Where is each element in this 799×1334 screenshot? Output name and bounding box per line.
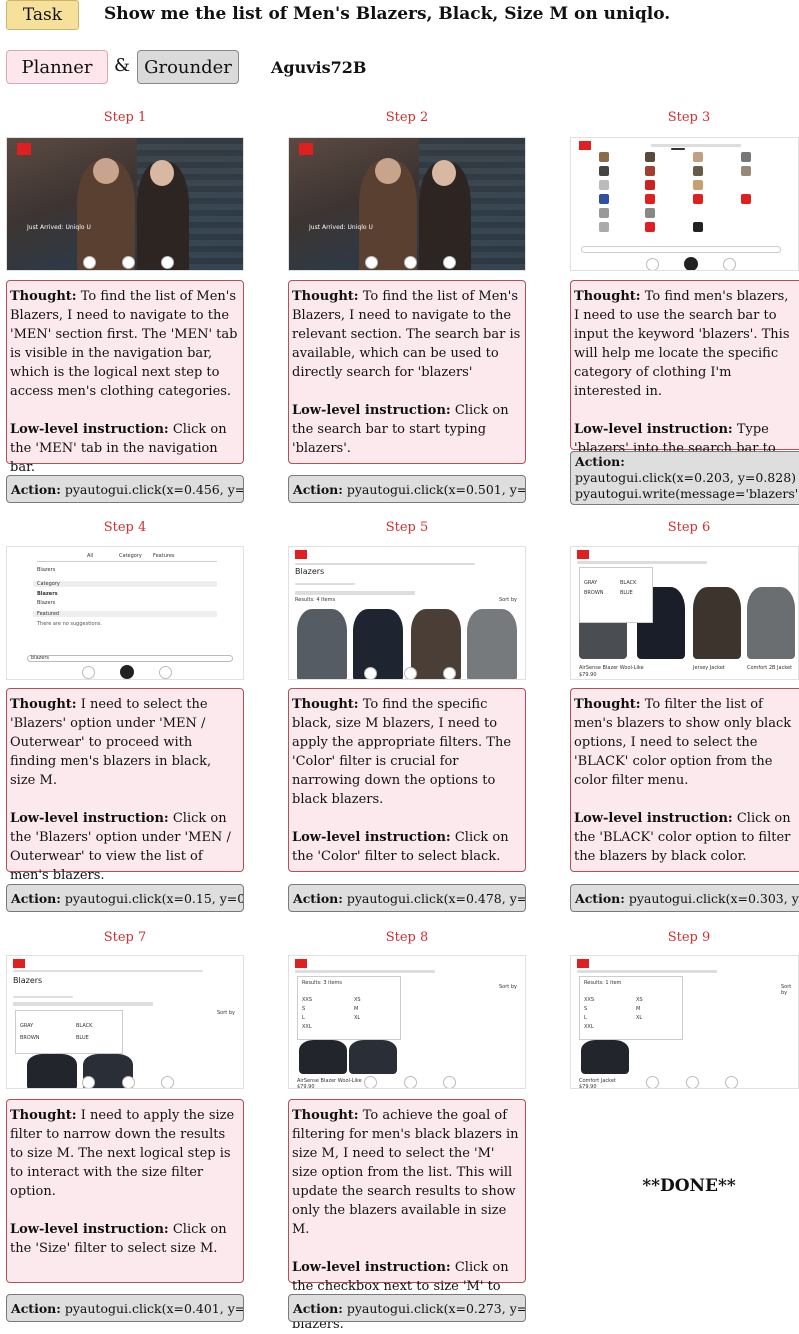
size-m-checkbox[interactable]: M [354, 1006, 358, 1012]
action-box: Action: pyautogui.click(x=0.401, y=0.353… [6, 1294, 244, 1322]
color-filter-menu: GRAY BLACK BROWN BLUE [15, 1010, 123, 1054]
thought-box: Thought: I need to select the 'Blazers' … [6, 688, 244, 883]
size-filter-menu: Results: 1 item XXS XS S M L XL XXL [579, 976, 683, 1040]
step-title: Step 7 [103, 930, 147, 945]
home-icon[interactable] [364, 1076, 377, 1088]
home-icon[interactable] [83, 256, 96, 269]
step-screenshot: Blazers GRAY BLACK BROWN BLUE Sort by [6, 955, 244, 1089]
color-filter-menu: GRAY BLACK BROWN BLUE [579, 567, 653, 623]
uniqlo-logo [579, 141, 591, 150]
blazers-option[interactable]: Blazers [37, 600, 55, 606]
size-filter-menu: Results: 3 items XXS XS S M L XL XXL [297, 976, 401, 1040]
action-box: Action: pyautogui.click(x=0.501, y=0.92) [288, 475, 526, 503]
suggestion-item[interactable]: Blazers [37, 567, 55, 573]
thought-box: Thought: To achieve the goal of filterin… [288, 1099, 526, 1332]
search-icon[interactable] [686, 1076, 699, 1088]
account-icon[interactable] [443, 667, 456, 679]
uniqlo-logo [295, 959, 307, 968]
home-icon[interactable] [82, 1076, 95, 1088]
thought-box: Thought: I need to apply the size filter… [6, 1099, 244, 1283]
step-screenshot: Results: 3 items XXS XS S M L XL XXL Air… [288, 955, 526, 1089]
home-icon[interactable] [365, 256, 378, 269]
search-icon[interactable] [122, 256, 135, 269]
page-title: Blazers [295, 567, 325, 576]
grounder-badge: Grounder [137, 50, 239, 84]
account-icon[interactable] [443, 256, 456, 269]
step-title: Step 9 [667, 930, 711, 945]
action-box: Action: pyautogui.click(x=0.456, y=0.049… [6, 475, 244, 503]
search-input[interactable] [27, 655, 233, 662]
model-name: Aguvis72B [271, 58, 367, 77]
hero-caption: Just Arrived: Uniqlo U [27, 224, 91, 231]
close-icon[interactable] [120, 665, 134, 679]
uniqlo-logo [295, 550, 307, 559]
step-title: Step 6 [667, 520, 711, 535]
search-icon[interactable] [404, 667, 417, 679]
step-screenshot: GRAY BLACK BROWN BLUE AirSense Blazer Wo… [570, 546, 799, 680]
step-screenshot: Just Arrived: Uniqlo U [6, 137, 244, 271]
step-title: Step 3 [667, 110, 711, 125]
thought-box: Thought: To filter the list of men's bla… [570, 688, 799, 872]
step-screenshot: Just Arrived: Uniqlo U [288, 137, 526, 271]
planner-badge: Planner [6, 50, 108, 84]
ampersand: & [114, 55, 131, 76]
done-label: **DONE** [642, 1176, 736, 1196]
step-screenshot: All Category Features Blazers Category B… [6, 546, 244, 680]
page-title: Blazers [13, 976, 43, 985]
account-icon[interactable] [159, 666, 172, 679]
close-icon[interactable] [684, 257, 698, 270]
task-badge: Task [6, 0, 79, 30]
action-box: Action: pyautogui.click(x=0.303, y=0.324… [570, 884, 799, 912]
step-title: Step 8 [385, 930, 429, 945]
uniqlo-logo [577, 959, 589, 968]
thought-box: Thought: To find the specific black, siz… [288, 688, 526, 872]
step-title: Step 5 [385, 520, 429, 535]
home-icon[interactable] [646, 258, 659, 270]
action-box: Action: pyautogui.click(x=0.478, y=0.351… [288, 884, 526, 912]
home-icon[interactable] [364, 667, 377, 679]
step-screenshot: Blazers Results: 4 Items Sort by [288, 546, 526, 680]
step-screenshot [570, 137, 799, 271]
thought-box: Thought: To find the list of Men's Blaze… [288, 280, 526, 464]
search-icon[interactable] [404, 1076, 417, 1088]
search-icon[interactable] [122, 1076, 135, 1088]
task-description: Show me the list of Men's Blazers, Black… [104, 4, 671, 24]
uniqlo-logo [577, 550, 589, 559]
uniqlo-logo [299, 143, 313, 155]
thought-box: Thought: To find the list of Men's Blaze… [6, 280, 244, 475]
home-icon[interactable] [82, 666, 95, 679]
hero-caption: Just Arrived: Uniqlo U [309, 224, 373, 231]
step-title: Step 4 [103, 520, 147, 535]
step-screenshot: Results: 1 item XXS XS S M L XL XXL Comf… [570, 955, 799, 1089]
blazers-option[interactable]: Blazers [37, 591, 58, 597]
thought-box: Thought: To find men's blazers, I need t… [570, 280, 799, 475]
black-option[interactable]: BLACK [620, 580, 636, 586]
search-input[interactable] [581, 246, 781, 253]
step-title: Step 2 [385, 110, 429, 125]
home-icon[interactable] [646, 1076, 659, 1088]
action-box: Action: pyautogui.click(x=0.273, y=0.388… [288, 1294, 526, 1322]
action-box: Action: pyautogui.click(x=0.15, y=0.344) [6, 884, 244, 912]
uniqlo-logo [13, 959, 25, 968]
action-box: Action: pyautogui.click(x=0.203, y=0.828… [570, 451, 799, 505]
uniqlo-logo [17, 143, 31, 155]
account-icon[interactable] [161, 256, 174, 269]
step-title: Step 1 [103, 110, 147, 125]
size-m-checkbox[interactable]: M [636, 1006, 640, 1012]
search-icon[interactable] [404, 256, 417, 269]
account-icon[interactable] [723, 258, 736, 270]
account-icon[interactable] [161, 1076, 174, 1088]
account-icon[interactable] [725, 1076, 738, 1088]
account-icon[interactable] [443, 1076, 456, 1088]
